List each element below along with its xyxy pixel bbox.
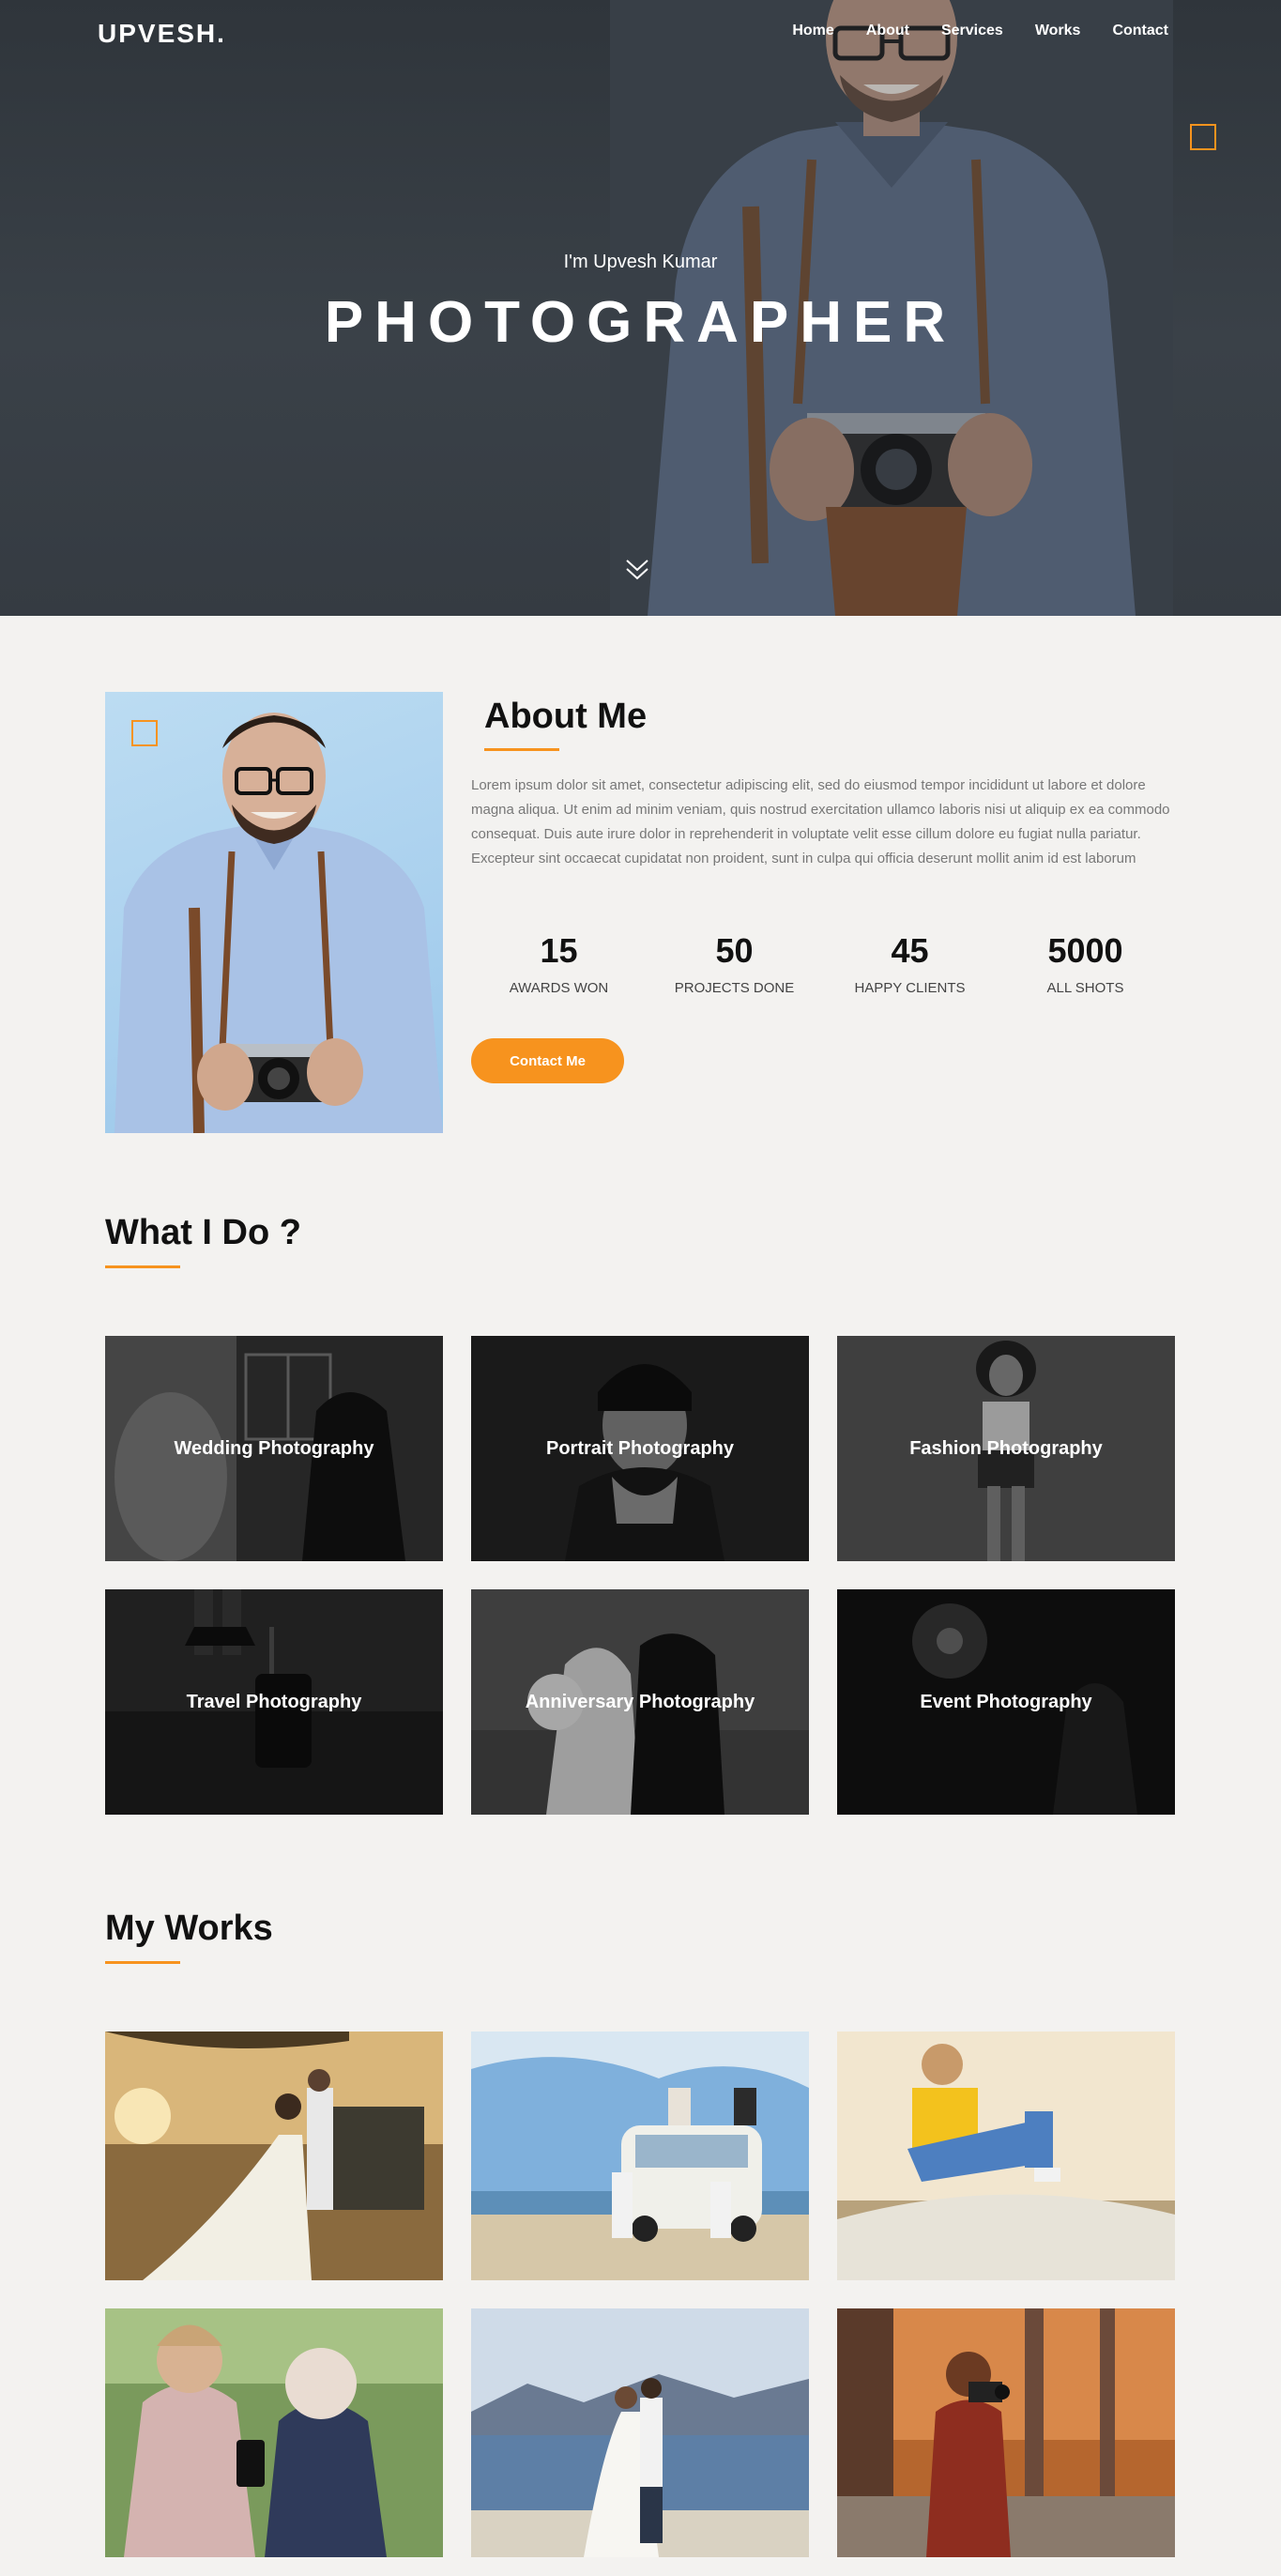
stat-projects: 50 PROJECTS DONE [647,931,822,996]
service-card-travel[interactable]: Travel Photography [105,1589,443,1815]
contact-me-button[interactable]: Contact Me [471,1038,624,1083]
service-card-event[interactable]: Event Photography [837,1589,1175,1815]
heading-underline [105,1961,180,1964]
work-item-grandma-phone[interactable] [105,2308,443,2557]
nav-about[interactable]: About [866,23,909,39]
work-item-girl-car[interactable] [837,2032,1175,2280]
stat-label: ALL SHOTS [1046,980,1124,996]
nav-works[interactable]: Works [1035,23,1081,39]
stat-label: HAPPY CLIENTS [854,980,966,996]
about-heading: About Me [484,697,648,736]
stats-row: 15 AWARDS WON 50 PROJECTS DONE 45 HAPPY … [471,931,1175,996]
stat-clients: 45 HAPPY CLIENTS [822,931,998,996]
stat-label: AWARDS WON [509,980,609,996]
stat-awards: 15 AWARDS WON [471,931,647,996]
heading-underline [105,1265,180,1268]
portrait-image [114,713,443,1133]
couple-sunset-image [105,2032,443,2280]
stat-value: 5000 [1047,931,1123,970]
work-item-autumn-camera[interactable] [837,2308,1175,2557]
van-beach-image [471,2032,809,2280]
hero-title: PHOTOGRAPHER [324,290,957,355]
work-item-van-beach[interactable] [471,2032,809,2280]
stat-value: 15 [540,931,578,970]
service-label: Fashion Photography [909,1437,1103,1459]
stat-shots: 5000 ALL SHOTS [998,931,1173,996]
work-item-wedding-lake[interactable] [471,2308,809,2557]
service-card-portrait[interactable]: Portrait Photography [471,1336,809,1561]
service-card-wedding[interactable]: Wedding Photography [105,1336,443,1561]
decorative-square [131,720,158,746]
heading-underline [484,748,559,751]
main-nav: Home About Services Works Contact [792,23,1168,39]
stat-label: PROJECTS DONE [674,980,795,996]
service-label: Wedding Photography [174,1437,374,1459]
hero-section: UPVESH. Home About Services Works Contac… [0,0,1281,616]
service-card-anniversary[interactable]: Anniversary Photography [471,1589,809,1815]
works-heading: My Works [105,1909,273,1948]
service-label: Travel Photography [186,1691,362,1712]
service-label: Event Photography [920,1691,1092,1712]
grandma-phone-image [105,2308,443,2557]
stat-value: 50 [715,931,754,970]
service-label: Portrait Photography [545,1437,734,1459]
work-item-couple-sunset[interactable] [105,2032,443,2280]
nav-contact[interactable]: Contact [1112,23,1168,39]
decorative-square [1190,124,1216,150]
service-card-fashion[interactable]: Fashion Photography [837,1336,1175,1561]
service-label: Anniversary Photography [525,1691,755,1712]
about-text: Lorem ipsum dolor sit amet, consectetur … [471,777,1170,866]
stat-value: 45 [891,931,929,970]
services-heading: What I Do ? [105,1213,301,1252]
girl-on-car-image [837,2032,1175,2280]
nav-home[interactable]: Home [792,23,833,39]
double-chevron-down-icon[interactable] [623,556,651,584]
hero-intro: I'm Upvesh Kumar [563,252,718,272]
wedding-lake-image [471,2308,809,2557]
autumn-camera-image [837,2308,1175,2557]
site-logo[interactable]: UPVESH. [98,19,226,49]
nav-services[interactable]: Services [941,23,1003,39]
about-photo [105,692,443,1133]
